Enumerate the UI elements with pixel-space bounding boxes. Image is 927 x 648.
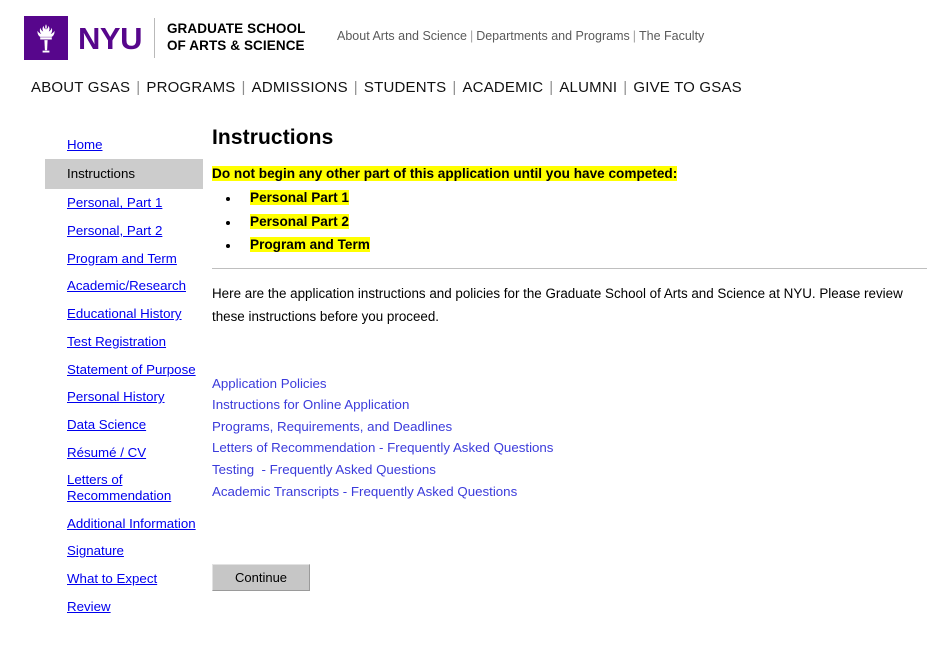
nav-separator: | [136,79,141,96]
nav-separator: | [452,79,457,96]
nav-separator: | [623,79,628,96]
nyu-torch-icon [24,16,68,60]
nav-item-admissions[interactable]: ADMISSIONS [252,79,348,96]
link-application-policies[interactable]: Application Policies [212,373,927,395]
content-divider [212,267,927,269]
sidebar-item-academic-research[interactable]: Academic/Research [45,272,203,300]
warning-notice-text: Do not begin any other part of this appl… [212,166,678,181]
nav-item-alumni[interactable]: ALUMNI [559,79,617,96]
link-instructions-for-online-application[interactable]: Instructions for Online Application [212,394,927,416]
utility-link-the-faculty[interactable]: The Faculty [639,29,704,43]
sidebar-item-personal-part-2[interactable]: Personal, Part 2 [45,217,203,245]
sidebar-item-data-science[interactable]: Data Science [45,411,203,439]
utility-link-departments-and-programs[interactable]: Departments and Programs [476,29,630,43]
sidebar-item-program-and-term[interactable]: Program and Term [45,245,203,273]
link-academic-transcripts-faq[interactable]: Academic Transcripts - Frequently Asked … [212,481,927,503]
list-item: Personal Part 1 [240,190,927,205]
sidebar-item-signature[interactable]: Signature [45,537,203,565]
link-programs-requirements-and-deadlines[interactable]: Programs, Requirements, and Deadlines [212,416,927,438]
sidebar-item-additional-information[interactable]: Additional Information [45,510,203,538]
sidebar-item-home[interactable]: Home [45,131,203,159]
list-item: Personal Part 2 [240,213,927,229]
sidebar-item-educational-history[interactable]: Educational History [45,300,203,328]
nav-item-about-gsas[interactable]: ABOUT GSAS [31,79,130,96]
nav-item-students[interactable]: STUDENTS [364,79,446,96]
nav-separator: | [241,79,246,96]
main-content: Instructions Do not begin any other part… [212,126,927,592]
sidebar-item-test-registration[interactable]: Test Registration [45,328,203,356]
form-actions: Continue [212,564,927,592]
sidebar-item-resume-cv[interactable]: Résumé / CV [45,439,203,467]
sidebar-item-review[interactable]: Review [45,593,203,621]
utility-separator: | [632,29,636,43]
nav-separator: | [549,79,554,96]
masthead-divider [153,18,155,58]
school-name: GRADUATE SCHOOL OF ARTS & SCIENCE [166,21,306,53]
sidebar-item-instructions[interactable]: Instructions [45,158,203,190]
page-title: Instructions [212,126,334,149]
sidebar-item-what-to-expect[interactable]: What to Expect [45,565,203,593]
checklist-label: Personal Part 2 [250,213,349,229]
sidebar-item-letters-of-recommendation[interactable]: Letters of Recommendation [45,466,203,509]
continue-button[interactable]: Continue [212,564,311,592]
intro-paragraph: Here are the application instructions an… [212,285,903,324]
nav-item-give-to-gsas[interactable]: GIVE TO GSAS [633,79,742,96]
resource-links: Application Policies Instructions for On… [212,373,927,502]
utility-link-about-arts-and-science[interactable]: About Arts and Science [337,29,467,43]
warning-notice: Do not begin any other part of this appl… [212,166,927,181]
checklist-label: Personal Part 1 [250,190,349,205]
sidebar-item-personal-history[interactable]: Personal History [45,383,203,411]
masthead: NYU GRADUATE SCHOOL OF ARTS & SCIENCE Ab… [0,0,927,68]
link-letters-of-recommendation-faq[interactable]: Letters of Recommendation - Frequently A… [212,437,927,459]
nav-separator: | [353,79,358,96]
nav-item-programs[interactable]: PROGRAMS [146,79,235,96]
nyu-wordmark: NYU [78,20,142,56]
application-sidebar: Home Instructions Personal, Part 1 Perso… [45,131,203,620]
sidebar-item-personal-part-1[interactable]: Personal, Part 1 [45,189,203,217]
utility-nav: About Arts and Science | Departments and P… [337,29,704,43]
utility-separator: | [469,29,474,43]
list-item: Program and Term [240,237,927,253]
nav-item-academic[interactable]: ACADEMIC [462,79,543,96]
prerequisite-checklist: Personal Part 1 Personal Part 2 Program … [212,190,927,253]
nyu-logo[interactable]: NYU GRADUATE SCHOOL OF ARTS & SCIENCE [24,16,305,60]
link-testing-faq[interactable]: Testing - Frequently Asked Questions [212,459,927,481]
sidebar-item-statement-of-purpose[interactable]: Statement of Purpose [45,356,203,384]
primary-nav: ABOUT GSAS | PROGRAMS | ADMISSIONS | STUDENTS |… [31,79,742,96]
checklist-label: Program and Term [250,237,370,253]
